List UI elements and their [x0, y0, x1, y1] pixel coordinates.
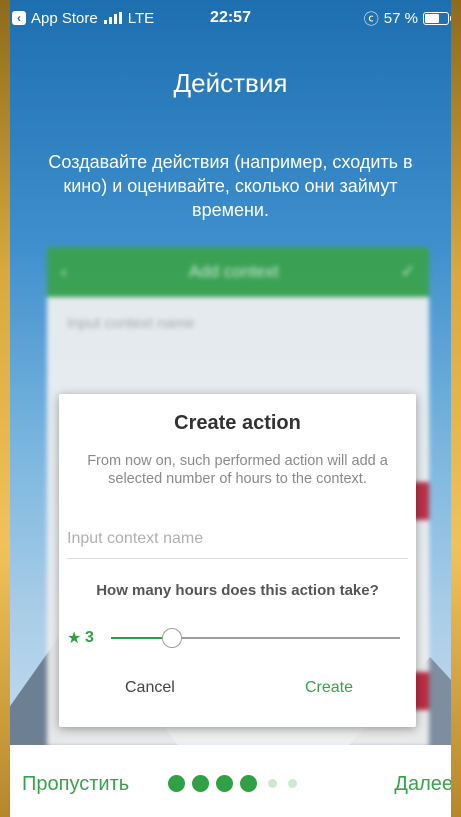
frame-edge-left: [0, 0, 10, 817]
back-arrow-icon[interactable]: ‹: [12, 11, 26, 25]
screen-title: Действия: [173, 68, 288, 98]
background-card-title: Add context: [188, 262, 279, 281]
page-dot-active: [168, 775, 185, 792]
battery-icon: [423, 11, 452, 25]
battery-percent: 57 %: [383, 9, 418, 27]
back-chevron-icon: ‹: [61, 262, 67, 281]
back-app-label[interactable]: App Store: [31, 10, 98, 27]
page-dot-active: [240, 775, 257, 792]
page-dot-inactive: [268, 779, 277, 788]
star-icon: ★: [67, 630, 82, 647]
hours-slider[interactable]: [111, 626, 400, 650]
hours-question: How many hours does this action take?: [96, 582, 379, 599]
frame-edge-right: [451, 0, 461, 817]
screen-subtitle: Создавайте действия (например, сходить в…: [48, 152, 413, 220]
cancel-button[interactable]: Cancel: [119, 678, 181, 698]
next-button[interactable]: Далее: [394, 773, 453, 796]
hours-value: 3: [85, 629, 94, 646]
rotation-lock-icon: ⓒ: [363, 10, 379, 28]
status-bar: ‹ App Store LTE 22:57 ⓒ 57 %: [12, 6, 452, 30]
checkmark-icon: ✓: [400, 262, 415, 281]
page-dot-inactive: [288, 779, 297, 788]
dialog-description: From now on, such performed action will …: [87, 453, 388, 487]
background-card-header: ‹ Add context ✓: [47, 247, 429, 297]
clock: 22:57: [210, 9, 251, 26]
create-action-dialog: Create action From now on, such performe…: [59, 394, 416, 727]
dialog-title: Create action: [174, 412, 301, 434]
network-label: LTE: [127, 9, 155, 27]
signal-icon: [103, 12, 122, 24]
page-indicator: [168, 775, 297, 792]
hours-slider-row: ★ 3: [67, 626, 400, 650]
slider-thumb[interactable]: [161, 628, 182, 648]
create-button[interactable]: Create: [299, 678, 359, 698]
context-name-input[interactable]: [67, 520, 408, 559]
page-dot-active: [192, 775, 209, 792]
skip-button[interactable]: Пропустить: [22, 773, 129, 796]
onboarding-nav: Пропустить Далее: [0, 745, 461, 817]
page-dot-active: [216, 775, 233, 792]
background-card-input: Input context name: [67, 315, 195, 332]
onboarding-screen: ‹ App Store LTE 22:57 ⓒ 57 % Действия Со…: [0, 0, 461, 817]
